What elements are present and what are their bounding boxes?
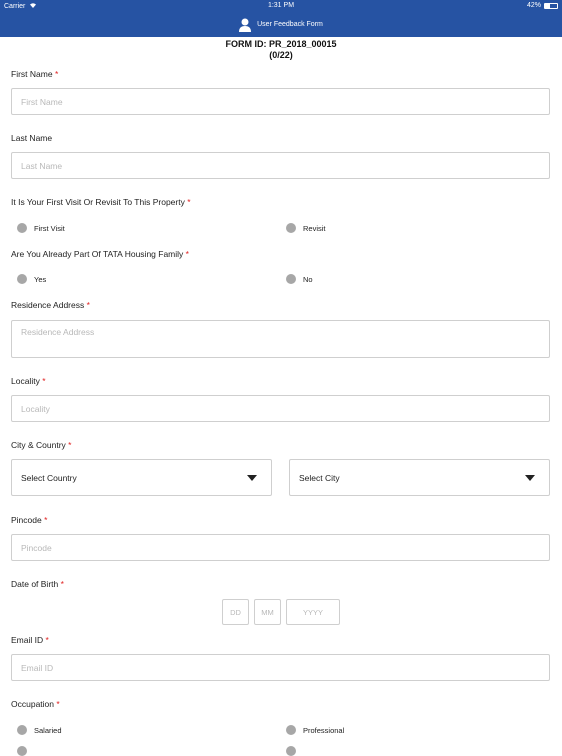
chevron-down-icon[interactable]	[525, 474, 535, 481]
radio-next-row-left[interactable]	[17, 746, 27, 756]
dob-label: Date of Birth *	[11, 579, 64, 589]
dob-year-input[interactable]	[286, 599, 340, 625]
required-marker: *	[86, 300, 90, 310]
nav-title: User Feedback Form	[257, 21, 323, 28]
status-bar: Carrier 1:31 PM 42%	[0, 0, 562, 12]
pincode-label: Pincode *	[11, 515, 48, 525]
radio-revisit[interactable]: Revisit	[286, 223, 326, 233]
user-icon	[239, 18, 252, 32]
nav-bar: User Feedback Form	[0, 12, 562, 37]
country-select[interactable]: Select Country	[11, 459, 272, 496]
radio-salaried[interactable]: Salaried	[17, 725, 62, 735]
residence-address-label: Residence Address *	[11, 300, 90, 310]
last-name-label: Last Name	[11, 133, 53, 143]
status-time: 1:31 PM	[267, 2, 295, 9]
required-marker: *	[56, 699, 60, 709]
dob-day-input[interactable]	[222, 599, 249, 625]
radio-first-visit[interactable]: First Visit	[17, 223, 65, 233]
battery-percent: 42%	[526, 2, 541, 9]
family-label: Are You Already Part Of TATA Housing Fam…	[11, 249, 189, 259]
residence-address-input[interactable]	[11, 320, 550, 358]
radio-circle[interactable]	[286, 274, 296, 284]
radio-circle[interactable]	[286, 223, 296, 233]
city-country-label: City & Country *	[11, 440, 72, 450]
email-label: Email ID *	[11, 635, 49, 645]
required-marker: *	[60, 579, 64, 589]
required-marker: *	[44, 515, 48, 525]
city-select[interactable]: Select City	[289, 459, 550, 496]
radio-circle[interactable]	[286, 746, 296, 756]
dob-month-input[interactable]	[254, 599, 281, 625]
radio-no[interactable]: No	[286, 274, 313, 284]
radio-circle[interactable]	[286, 725, 296, 735]
occupation-label: Occupation *	[11, 699, 60, 709]
required-marker: *	[187, 197, 191, 207]
form-progress: (0/22)	[269, 50, 293, 60]
first-name-label: First Name *	[11, 69, 59, 79]
chevron-down-icon[interactable]	[247, 474, 257, 481]
radio-circle[interactable]	[17, 274, 27, 284]
required-marker: *	[45, 635, 49, 645]
radio-professional[interactable]: Professional	[286, 725, 344, 735]
required-marker: *	[185, 249, 189, 259]
battery-status: 42%	[527, 2, 558, 9]
battery-icon	[544, 2, 558, 9]
required-marker: *	[68, 440, 72, 450]
radio-yes[interactable]: Yes	[17, 274, 46, 284]
radio-circle[interactable]	[17, 746, 27, 756]
radio-circle[interactable]	[17, 223, 27, 233]
radio-circle[interactable]	[17, 725, 27, 735]
form-id: FORM ID: PR_2018_00015	[225, 39, 337, 49]
form-header: FORM ID: PR_2018_00015 (0/22)	[0, 39, 562, 61]
locality-input[interactable]	[11, 395, 550, 422]
visit-label: It Is Your First Visit Or Revisit To Thi…	[11, 197, 191, 207]
radio-next-row-right[interactable]	[286, 746, 296, 756]
locality-label: Locality *	[11, 376, 46, 386]
required-marker: *	[42, 376, 46, 386]
last-name-input[interactable]	[11, 152, 550, 179]
required-marker: *	[54, 69, 59, 79]
first-name-input[interactable]	[11, 88, 550, 115]
pincode-input[interactable]	[11, 534, 550, 561]
email-input[interactable]	[11, 654, 550, 681]
